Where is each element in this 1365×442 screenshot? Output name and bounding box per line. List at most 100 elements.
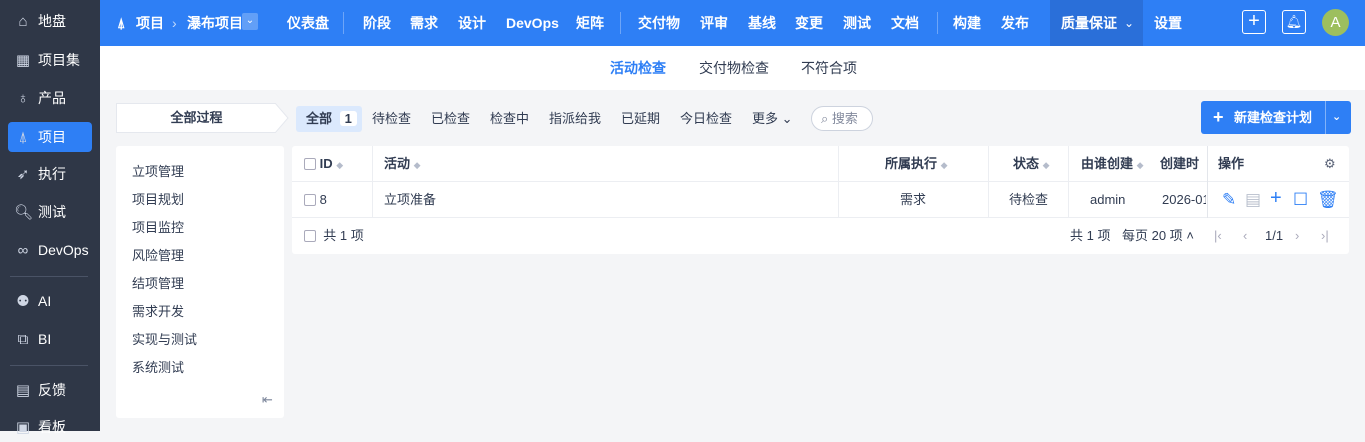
nav-qa[interactable]: 质量保证 [1061, 0, 1117, 46]
nav-design[interactable]: 设计 [458, 0, 486, 46]
plus-icon[interactable]: + [1242, 10, 1266, 34]
nav-stage[interactable]: 阶段 [363, 0, 391, 46]
filter-delayed[interactable]: 已延期 [621, 106, 660, 132]
process-item[interactable]: 结项管理 [132, 270, 197, 298]
process-item[interactable]: 需求开发 [132, 298, 197, 326]
breadcrumb-root[interactable]: 项目 [136, 0, 164, 46]
edit-icon[interactable]: ☐ [1293, 190, 1308, 210]
sort-icon: ◆ [1136, 160, 1144, 170]
filter-checking[interactable]: 检查中 [490, 106, 529, 132]
sidebar-item-test[interactable]: 🔍︎ 测试 [8, 197, 92, 227]
tab-deliverable-check[interactable]: 交付物检查 [699, 46, 769, 90]
sort-icon: ◆ [940, 160, 948, 170]
gear-icon[interactable]: ⚙ [1324, 146, 1336, 182]
row-checkbox[interactable] [304, 194, 316, 206]
sidebar-item-product[interactable]: ♁ 产品 [8, 83, 92, 113]
bell-icon[interactable]: 🔔︎ [1282, 10, 1306, 34]
filter-checked[interactable]: 已检查 [431, 106, 470, 132]
nav-story[interactable]: 需求 [410, 0, 438, 46]
nav-matrix[interactable]: 矩阵 [576, 0, 604, 46]
bulb-icon: ♁ [17, 89, 29, 107]
filter-more[interactable]: 更多 ⌄ [752, 106, 793, 132]
check-icon[interactable]: ✎ [1222, 190, 1236, 210]
top-nav: ⍋ 项目 › 瀑布项目 ⌄ 仪表盘 阶段 需求 设计 DevOps 矩阵 交付物… [100, 0, 1365, 46]
nav-review[interactable]: 评审 [700, 0, 728, 46]
sidebar-item-program[interactable]: ▦ 项目集 [8, 45, 92, 75]
select-all-checkbox[interactable] [304, 158, 316, 170]
home-icon: ⌂ [18, 12, 28, 30]
robot-icon: ⚉ [16, 293, 30, 310]
search-input[interactable]: ⌕ 搜索 [811, 106, 873, 131]
col-execution[interactable]: 所属执行 ◆ [885, 146, 948, 182]
search-icon: 🔍︎ [14, 204, 34, 221]
nav-baseline[interactable]: 基线 [748, 0, 776, 46]
col-activity[interactable]: 活动 ◆ [384, 146, 421, 182]
sidebar-item-ai[interactable]: ⚉ AI [8, 286, 92, 316]
nav-deliverable[interactable]: 交付物 [638, 0, 680, 46]
process-header[interactable]: 全部过程 [116, 103, 276, 133]
trash-icon[interactable]: 🗑︎ [1317, 190, 1339, 210]
col-status[interactable]: 状态 ◆ [1013, 146, 1050, 182]
search-icon: ⌕ [821, 111, 829, 126]
filter-today[interactable]: 今日检查 [680, 106, 732, 132]
col-creator[interactable]: 由谁创建 ◆ [1081, 146, 1144, 182]
rocket-icon: ⍋ [117, 15, 126, 31]
new-check-plan-button[interactable]: + 新建检查计划 ⌄ [1201, 101, 1351, 134]
chevron-down-icon[interactable]: ⌄ [1332, 101, 1341, 134]
filter-pending[interactable]: 待检查 [372, 106, 411, 132]
footer-checkbox[interactable] [304, 230, 316, 242]
footer-total: 共 1 项 [304, 218, 364, 254]
next-page-icon[interactable]: › [1295, 218, 1299, 254]
feedback-icon: ▤ [15, 382, 31, 399]
project-switch-dropdown[interactable]: ⌄ [242, 13, 258, 30]
first-page-icon[interactable]: |‹ [1214, 218, 1222, 254]
sidebar-item-project[interactable]: ⍋ 项目 [8, 122, 92, 152]
filter-all[interactable]: 全部 1 [296, 106, 362, 132]
per-page-select[interactable]: 每页 20 项 ˄ [1122, 218, 1194, 254]
chevron-down-icon: ⌄ [781, 111, 793, 126]
plus-icon: + [1213, 107, 1224, 127]
chart-icon: ⧉ [17, 330, 29, 348]
infinity-icon: ∞ [17, 241, 29, 259]
col-id[interactable]: ID ◆ [304, 146, 343, 182]
nav-doc[interactable]: 文档 [891, 0, 919, 46]
process-item[interactable]: 项目规划 [132, 186, 197, 214]
prev-page-icon[interactable]: ‹ [1243, 218, 1247, 254]
process-item[interactable]: 立项管理 [132, 158, 197, 186]
sidebar-item-feedback[interactable]: ▤ 反馈 [8, 375, 92, 405]
sidebar: ⌂ 地盘 ▦ 项目集 ♁ 产品 ⍋ 项目 ➶ 执行 🔍︎ 测试 ∞ DevOps ⚉ AI ⧉ B… [0, 0, 100, 436]
nav-build[interactable]: 构建 [953, 0, 981, 46]
sidebar-item-bi[interactable]: ⧉ BI [8, 324, 92, 354]
tab-nonconformity[interactable]: 不符合项 [801, 46, 857, 90]
sort-icon: ◆ [1042, 160, 1050, 170]
nav-change[interactable]: 变更 [795, 0, 823, 46]
avatar[interactable]: A [1322, 9, 1349, 36]
sidebar-item-home[interactable]: ⌂ 地盘 [8, 6, 92, 36]
nav-devops[interactable]: DevOps [506, 0, 559, 46]
col-created-date[interactable]: 创建时 [1160, 146, 1206, 182]
creator-cell: admin [1090, 192, 1126, 207]
nav-settings[interactable]: 设置 [1154, 0, 1182, 46]
activity-link[interactable]: 立项准备 [384, 182, 436, 218]
nav-dashboard[interactable]: 仪表盘 [287, 0, 329, 46]
arrow-shape [275, 103, 289, 133]
page-indicator: 1/1 [1265, 228, 1284, 243]
nav-test[interactable]: 测试 [843, 0, 871, 46]
collapse-icon[interactable]: ⇤ [262, 392, 273, 408]
process-item[interactable]: 实现与测试 [132, 326, 197, 354]
nav-release[interactable]: 发布 [1001, 0, 1029, 46]
sidebar-item-board[interactable]: ▣ 看板 [8, 412, 92, 442]
breadcrumb-current[interactable]: 瀑布项目 [187, 0, 243, 46]
process-item[interactable]: 项目监控 [132, 214, 197, 242]
chevron-up-icon: ˄ [1186, 228, 1194, 243]
plus-icon[interactable]: + [1270, 187, 1282, 210]
filter-assigned-to-me[interactable]: 指派给我 [549, 106, 601, 132]
divider [10, 276, 88, 277]
process-item[interactable]: 系统测试 [132, 354, 197, 382]
tab-activity-check[interactable]: 活动检查 [610, 46, 666, 90]
chevron-right-icon: › [172, 15, 177, 31]
sidebar-item-execution[interactable]: ➶ 执行 [8, 159, 92, 189]
process-item[interactable]: 风险管理 [132, 242, 197, 270]
last-page-icon[interactable]: ›| [1321, 218, 1329, 254]
sidebar-item-devops[interactable]: ∞ DevOps [8, 235, 92, 265]
